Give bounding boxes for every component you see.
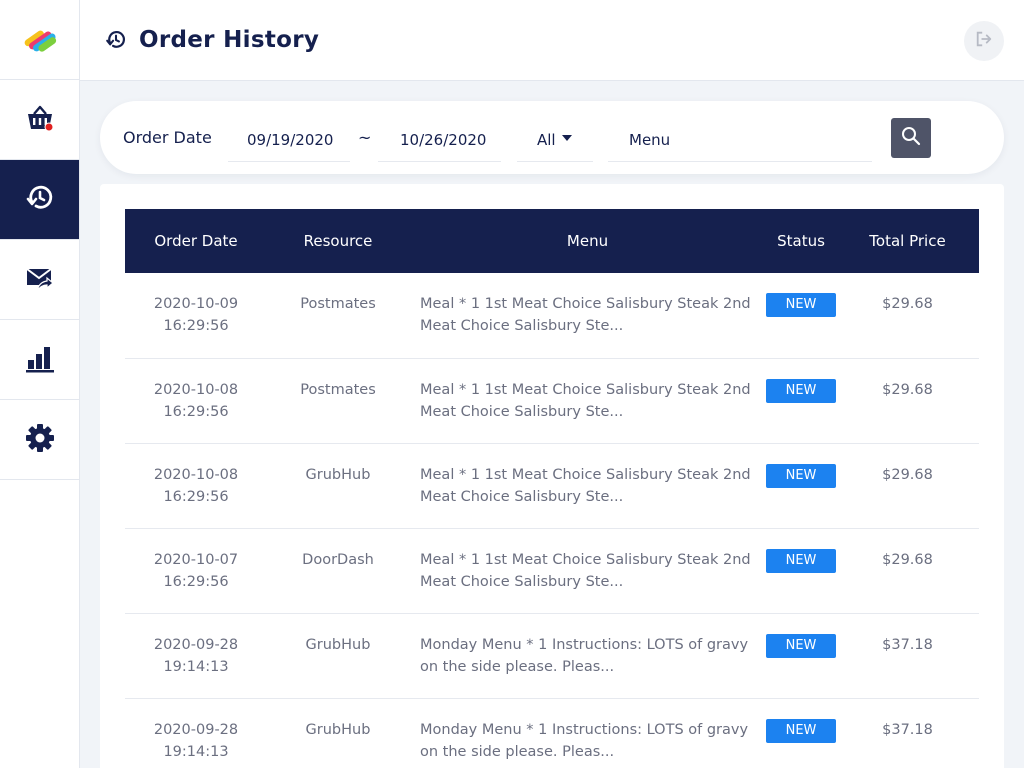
order-date: 2020-10-08 [153, 466, 239, 483]
order-date: 2020-10-07 [153, 551, 239, 568]
resource-cell: DoorDash [302, 551, 374, 568]
sidebar-item-order-history[interactable] [0, 160, 79, 240]
sidebar-item-orders[interactable] [0, 80, 79, 160]
sidebar-item-reports[interactable] [0, 320, 79, 400]
menu-cell: Meal * 1 1st Meat Choice Salisbury Steak… [420, 381, 751, 420]
menu-cell: Monday Menu * 1 Instructions: LOTS of gr… [420, 721, 749, 760]
order-date-cell: 2020-10-07 16:29:56 [125, 528, 267, 613]
logout-icon [975, 30, 993, 52]
order-date-cell: 2020-10-08 16:29:56 [125, 358, 267, 443]
total-price-cell: $29.68 [882, 381, 933, 398]
filter-bar: Order Date 09/19/2020 ~ 10/26/2020 All M… [100, 101, 1004, 174]
table-row[interactable]: 2020-09-28 19:14:13 GrubHub Monday Menu *… [125, 698, 979, 768]
orders-table: Order Date Resource Menu Status Total Pr… [125, 209, 979, 768]
resource-cell: Postmates [300, 381, 376, 398]
menu-search-input[interactable]: Menu [608, 118, 872, 162]
status-badge: NEW [766, 378, 836, 403]
gear-icon [25, 423, 55, 457]
table-row[interactable]: 2020-09-28 19:14:13 GrubHub Monday Menu *… [125, 613, 979, 698]
end-date-field[interactable]: 10/26/2020 [378, 118, 501, 162]
status-badge: NEW [766, 463, 836, 488]
total-price-cell: $37.18 [882, 721, 933, 738]
status-cell: NEW [766, 358, 836, 443]
status-cell: NEW [766, 698, 836, 768]
order-time: 16:29:56 [163, 488, 229, 505]
resource-cell: GrubHub [305, 721, 371, 738]
table-header-row: Order Date Resource Menu Status Total Pr… [125, 209, 979, 273]
search-icon [901, 126, 921, 150]
order-date-cell: 2020-10-08 16:29:56 [125, 443, 267, 528]
brand-logo-icon[interactable] [0, 0, 79, 80]
column-header-order-date[interactable]: Order Date [125, 209, 267, 273]
page-title: Order History [139, 27, 320, 53]
order-time: 16:29:56 [163, 573, 229, 590]
bar-chart-icon [25, 343, 55, 377]
start-date-field[interactable]: 09/19/2020 [228, 118, 350, 162]
order-date-cell: 2020-09-28 19:14:13 [125, 613, 267, 698]
search-button[interactable] [891, 118, 931, 158]
order-history-icon [25, 183, 55, 217]
resource-cell: GrubHub [305, 636, 371, 653]
status-badge: NEW [766, 718, 836, 743]
total-price-cell: $29.68 [882, 296, 933, 312]
resource-select-value: All [537, 130, 556, 149]
order-date: 2020-09-28 [153, 721, 239, 738]
resource-select[interactable]: All [517, 118, 593, 162]
resource-cell: GrubHub [305, 466, 371, 483]
order-history-icon [105, 29, 127, 51]
order-time: 19:14:13 [163, 658, 229, 675]
total-price-cell: $37.18 [882, 636, 933, 653]
status-badge: NEW [766, 633, 836, 658]
basket-icon [25, 103, 55, 137]
table-row[interactable]: 2020-10-08 16:29:56 Postmates Meal * 1 1s… [125, 358, 979, 443]
status-cell: NEW [766, 273, 836, 358]
logout-button[interactable] [964, 21, 1004, 61]
order-date-cell: 2020-10-09 16:29:56 [125, 273, 267, 358]
sidebar-item-settings[interactable] [0, 400, 79, 480]
status-badge: NEW [766, 548, 836, 573]
order-date: 2020-10-08 [153, 381, 239, 398]
table-row[interactable]: 2020-10-09 16:29:56 Postmates Meal * 1 1s… [125, 273, 979, 358]
date-range-separator: ~ [358, 128, 372, 147]
table-row[interactable]: 2020-10-08 16:29:56 GrubHub Meal * 1 1st … [125, 443, 979, 528]
mail-forward-icon [25, 263, 55, 297]
status-cell: NEW [766, 528, 836, 613]
column-header-total-price[interactable]: Total Price [836, 209, 979, 273]
sidebar-item-messages[interactable] [0, 240, 79, 320]
sidebar [0, 0, 80, 768]
caret-down-icon [561, 134, 572, 141]
page-header: Order History [80, 0, 1024, 81]
total-price-cell: $29.68 [882, 551, 933, 568]
column-header-resource[interactable]: Resource [267, 209, 409, 273]
menu-cell: Meal * 1 1st Meat Choice Salisbury Steak… [420, 296, 751, 334]
menu-cell: Meal * 1 1st Meat Choice Salisbury Steak… [420, 551, 751, 590]
total-price-cell: $29.68 [882, 466, 933, 483]
order-date-cell: 2020-09-28 19:14:13 [125, 698, 267, 768]
column-header-status[interactable]: Status [766, 209, 836, 273]
order-date: 2020-09-28 [153, 636, 239, 653]
order-time: 16:29:56 [163, 318, 229, 334]
status-badge: NEW [766, 293, 836, 317]
table-row[interactable]: 2020-10-07 16:29:56 DoorDash Meal * 1 1st… [125, 528, 979, 613]
status-cell: NEW [766, 613, 836, 698]
order-time: 16:29:56 [163, 403, 229, 420]
orders-card: Order Date Resource Menu Status Total Pr… [100, 184, 1004, 768]
order-date-label: Order Date [123, 128, 212, 147]
order-time: 19:14:13 [163, 743, 229, 760]
status-cell: NEW [766, 443, 836, 528]
column-header-menu[interactable]: Menu [409, 209, 766, 273]
order-date: 2020-10-09 [153, 296, 239, 312]
menu-cell: Meal * 1 1st Meat Choice Salisbury Steak… [420, 466, 751, 505]
menu-cell: Monday Menu * 1 Instructions: LOTS of gr… [420, 636, 749, 675]
resource-cell: Postmates [300, 296, 376, 312]
